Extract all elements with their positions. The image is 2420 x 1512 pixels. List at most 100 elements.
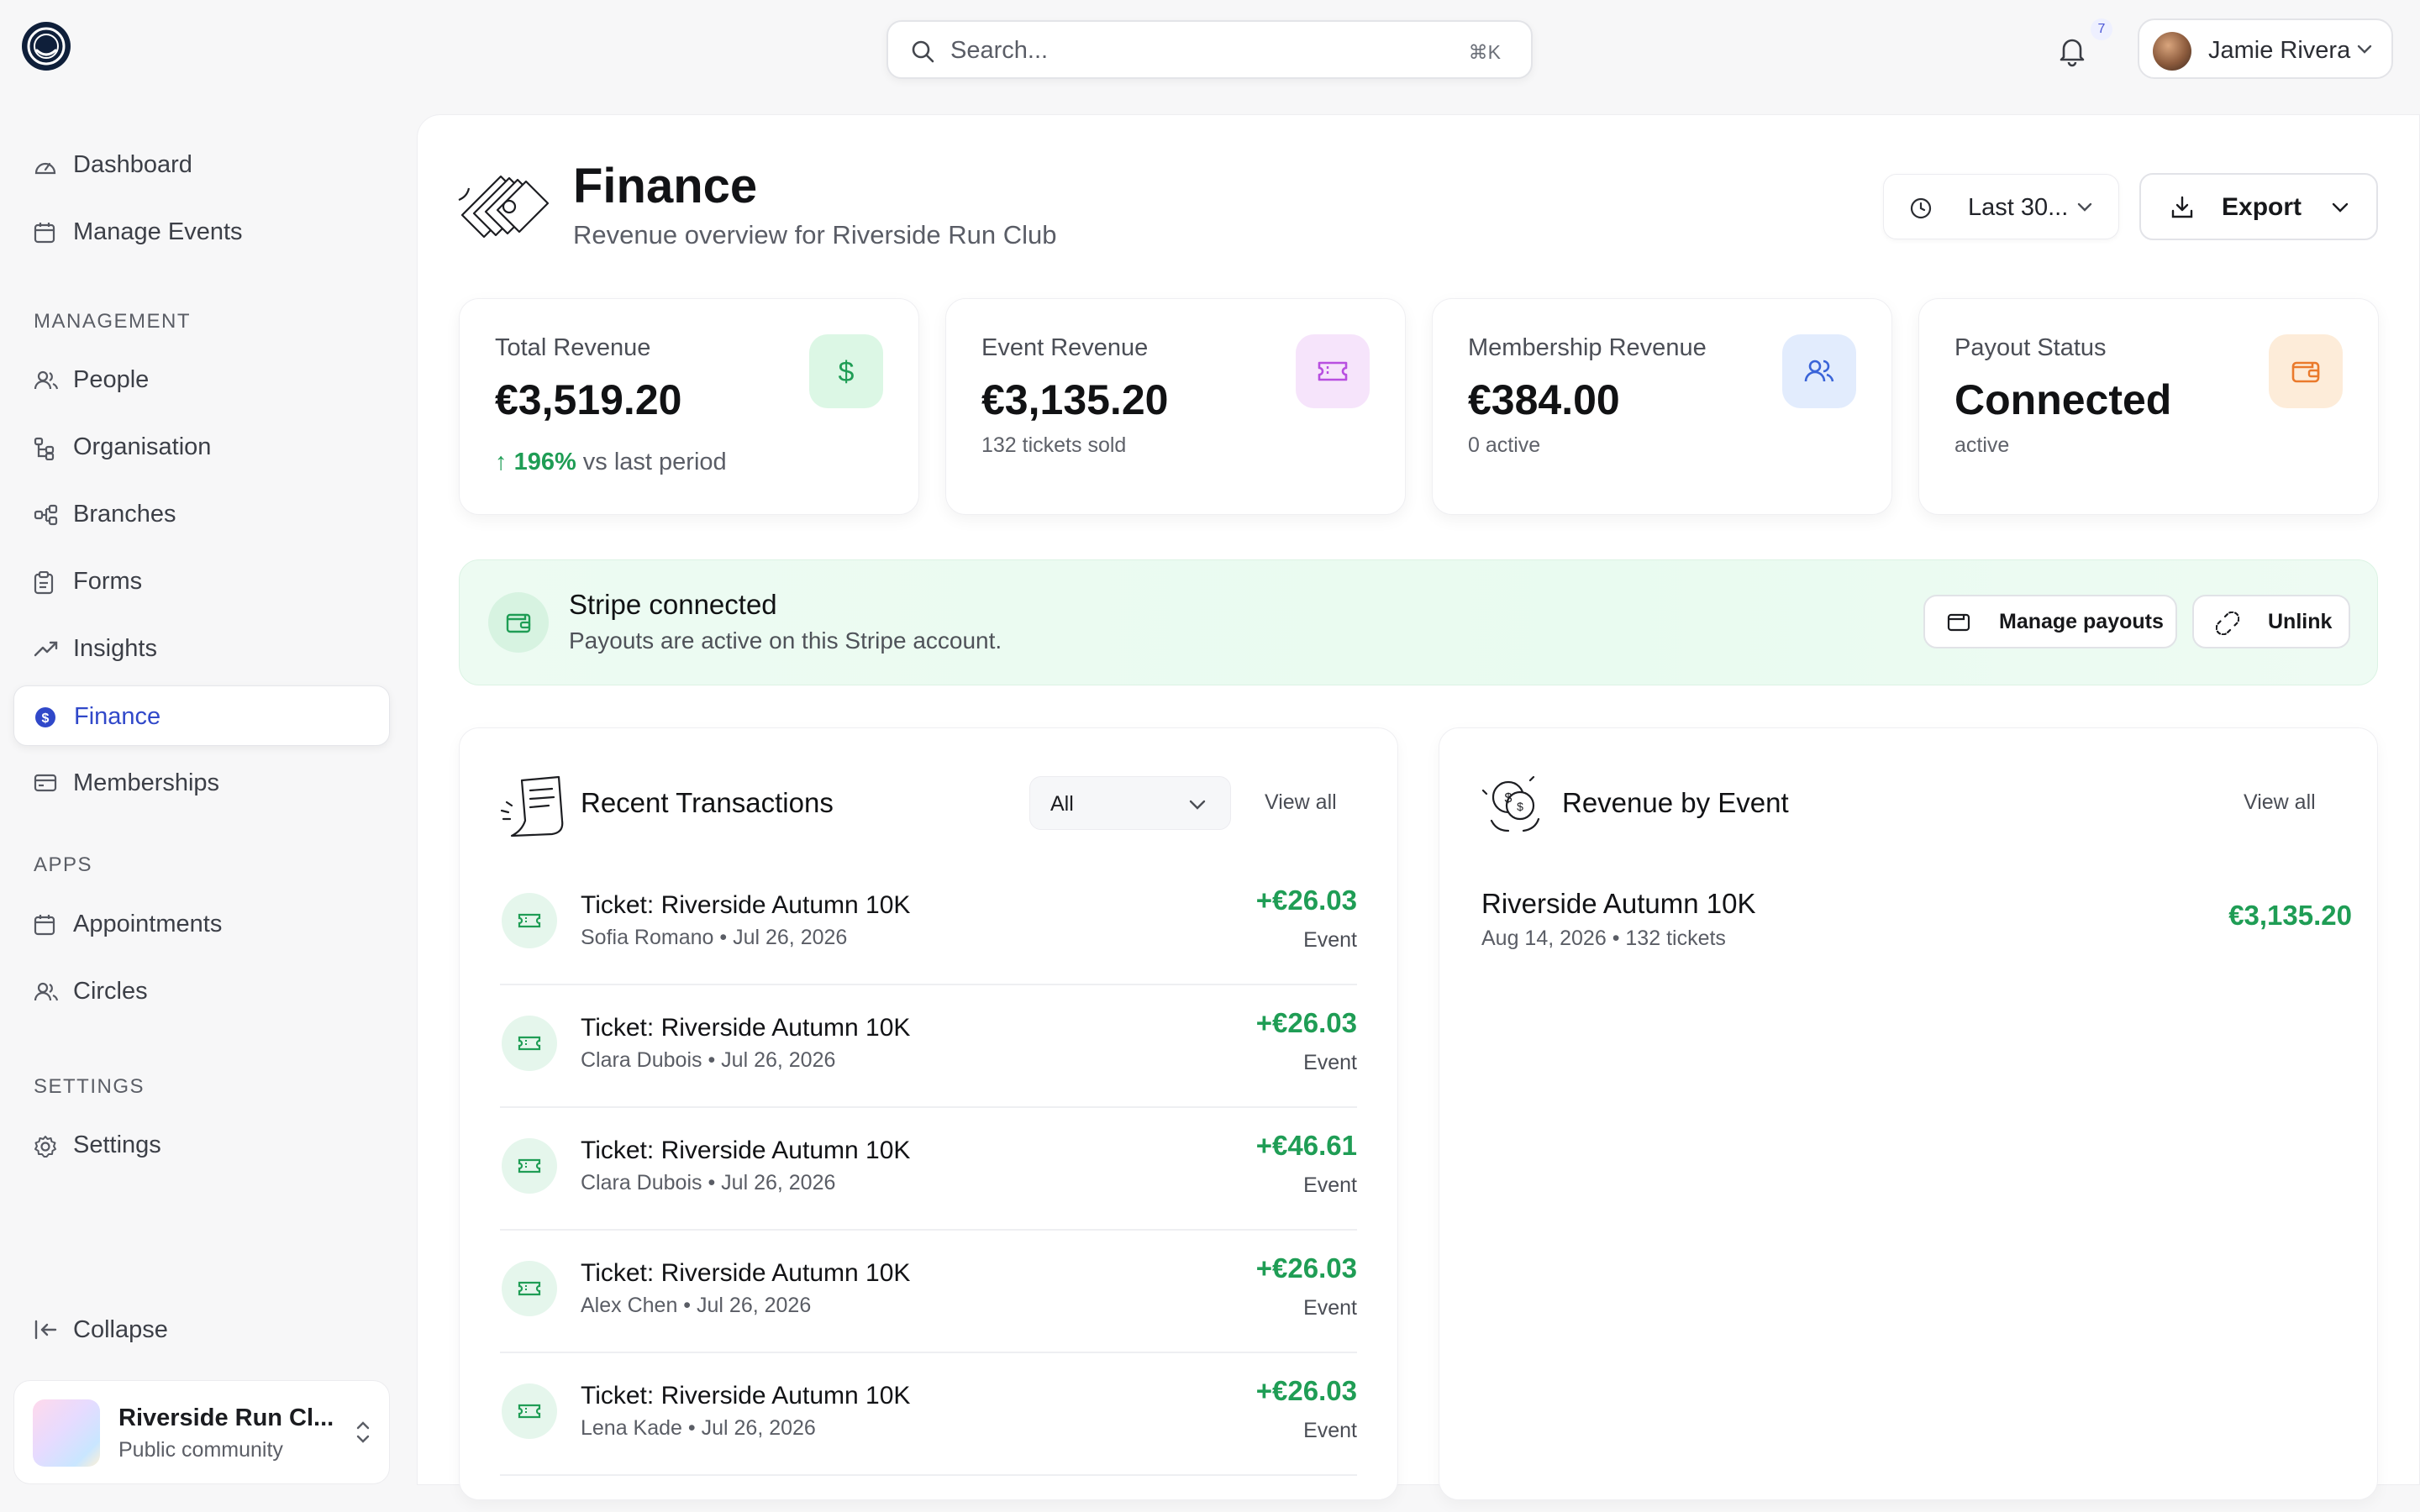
stat-value: €3,135.20 — [981, 376, 1169, 423]
unlink-button[interactable]: Unlink — [2192, 595, 2350, 648]
stat-label: Event Revenue — [981, 334, 1149, 361]
trend-arrow-up-icon: ↑ — [495, 449, 514, 475]
app-logo[interactable] — [20, 20, 72, 72]
transaction-amount: +€46.61 — [1255, 1130, 1357, 1161]
chevron-updown-icon — [356, 1421, 370, 1443]
sidebar-item-label: Settings — [73, 1131, 161, 1158]
sidebar-item-insights[interactable]: Insights — [13, 618, 390, 679]
transaction-meta: Clara Dubois • Jul 26, 2026 — [581, 1171, 836, 1194]
stat-value: Connected — [1954, 376, 2172, 423]
ticket-icon — [502, 893, 557, 948]
ticket-icon — [502, 1261, 557, 1316]
sidebar-item-label: Finance — [74, 703, 161, 730]
export-button[interactable]: Export — [2139, 173, 2378, 240]
transaction-meta: Sofia Romano • Jul 26, 2026 — [581, 926, 848, 949]
money-illustration-icon — [457, 166, 555, 240]
transaction-row[interactable]: Ticket: Riverside Autumn 10K Clara Duboi… — [500, 1108, 1357, 1231]
period-selector[interactable]: Last 30... — [1883, 174, 2119, 239]
calendar-icon — [34, 915, 55, 936]
manage-payouts-button[interactable]: Manage payouts — [1923, 595, 2177, 648]
transaction-title: Ticket: Riverside Autumn 10K — [581, 891, 911, 919]
period-label: Last 30... — [1968, 194, 2069, 221]
org-tree-icon — [34, 437, 55, 460]
notifications-button[interactable] — [2055, 34, 2089, 67]
user-menu[interactable]: Jamie Rivera — [2138, 18, 2393, 79]
avatar — [2153, 32, 2191, 71]
transaction-meta: Clara Dubois • Jul 26, 2026 — [581, 1048, 836, 1072]
transaction-title: Ticket: Riverside Autumn 10K — [581, 1382, 911, 1410]
event-title: Riverside Autumn 10K — [1481, 888, 1756, 919]
wallet-icon — [1947, 613, 1970, 632]
sidebar-item-branches[interactable]: Branches — [13, 484, 390, 544]
ticket-icon — [502, 1138, 557, 1194]
stat-value: €384.00 — [1468, 376, 1620, 423]
sidebar-item-people[interactable]: People — [13, 349, 390, 410]
svg-text:$: $ — [1517, 800, 1523, 813]
sidebar-item-forms[interactable]: Forms — [13, 551, 390, 612]
download-icon — [2171, 196, 2193, 218]
sidebar-item-organisation[interactable]: Organisation — [13, 417, 390, 477]
trend-icon — [34, 641, 58, 657]
chevron-down-icon — [2332, 202, 2349, 213]
transaction-amount: +€26.03 — [1255, 885, 1357, 916]
sidebar-item-circles[interactable]: Circles — [13, 961, 390, 1021]
ticket-icon — [1296, 334, 1370, 408]
transaction-meta: Alex Chen • Jul 26, 2026 — [581, 1294, 812, 1317]
sidebar-item-appointments[interactable]: Appointments — [13, 894, 390, 954]
transaction-title: Ticket: Riverside Autumn 10K — [581, 1259, 911, 1287]
stripe-status-banner: Stripe connected Payouts are active on t… — [459, 559, 2378, 685]
export-label: Export — [2222, 193, 2302, 221]
sidebar-item-dashboard[interactable]: Dashboard — [13, 134, 390, 195]
transactions-view-all-link[interactable]: View all — [1265, 790, 1337, 815]
organisation-name: Riverside Run Cl... — [118, 1404, 334, 1431]
sidebar-item-settings[interactable]: Settings — [13, 1115, 390, 1175]
sidebar-item-label: Circles — [73, 978, 148, 1005]
organisation-visibility: Public community — [118, 1438, 283, 1462]
transaction-type: Event — [1303, 1419, 1357, 1442]
transaction-row[interactable]: Ticket: Riverside Autumn 10K Alex Chen •… — [500, 1231, 1357, 1353]
ticket-icon — [502, 1016, 557, 1071]
search-placeholder: Search... — [950, 37, 1049, 64]
user-name: Jamie Rivera — [2208, 37, 2351, 64]
gear-icon — [34, 1136, 56, 1158]
section-label-management: MANAGEMENT — [34, 310, 192, 333]
transaction-row[interactable]: Ticket: Riverside Autumn 10K Clara Duboi… — [500, 985, 1357, 1108]
people-icon — [34, 982, 59, 1001]
page-subtitle: Revenue overview for Riverside Run Club — [573, 220, 1057, 249]
transaction-row[interactable]: Ticket: Riverside Autumn 10K Sofia Roman… — [500, 863, 1357, 985]
stat-card-payout-status: Payout Status Connected active — [1918, 298, 2379, 515]
stat-sub: 0 active — [1468, 433, 1541, 457]
svg-text:$: $ — [1505, 791, 1512, 806]
stat-value: €3,519.20 — [495, 376, 682, 423]
search-shortcut: ⌘K — [1468, 41, 1501, 63]
stat-label: Membership Revenue — [1468, 334, 1707, 361]
transaction-row[interactable]: Ticket: Riverside Autumn 10K Lena Kade •… — [500, 1353, 1357, 1476]
event-revenue-row[interactable]: Riverside Autumn 10K Aug 14, 2026 • 132 … — [1481, 888, 2352, 955]
search-icon — [912, 40, 934, 63]
transaction-amount: +€26.03 — [1255, 1252, 1357, 1284]
transaction-type: Event — [1303, 1051, 1357, 1074]
sidebar-item-memberships[interactable]: Memberships — [13, 753, 390, 813]
dollar-circle-icon: $ — [35, 707, 55, 727]
sidebar-item-label: Manage Events — [73, 218, 243, 245]
transaction-meta: Lena Kade • Jul 26, 2026 — [581, 1416, 816, 1440]
sidebar-item-manage-events[interactable]: Manage Events — [13, 202, 390, 262]
wallet-icon — [488, 592, 549, 653]
stat-card-membership-revenue: Membership Revenue €384.00 0 active — [1432, 298, 1892, 515]
wallet-icon — [2269, 334, 2343, 408]
chevron-down-icon — [2357, 45, 2372, 54]
stat-label: Payout Status — [1954, 334, 2107, 361]
revenue-view-all-link[interactable]: View all — [2244, 790, 2316, 815]
notification-count-badge: 7 — [2091, 18, 2112, 40]
stripe-subtitle: Payouts are active on this Stripe accoun… — [569, 627, 1002, 654]
organisation-switcher[interactable]: Riverside Run Cl... Public community — [13, 1380, 390, 1484]
branches-icon — [34, 504, 58, 526]
sidebar-item-label: Branches — [73, 501, 176, 528]
unlink-label: Unlink — [2268, 610, 2333, 633]
sidebar-item-label: Appointments — [73, 911, 223, 937]
collapse-sidebar-button[interactable]: Collapse — [13, 1299, 390, 1360]
search-bar[interactable]: Search... ⌘K — [886, 20, 1533, 79]
sidebar-item-finance[interactable]: $ Finance — [13, 685, 390, 746]
transaction-filter-select[interactable]: All — [1029, 776, 1231, 830]
filter-value: All — [1050, 792, 1074, 816]
